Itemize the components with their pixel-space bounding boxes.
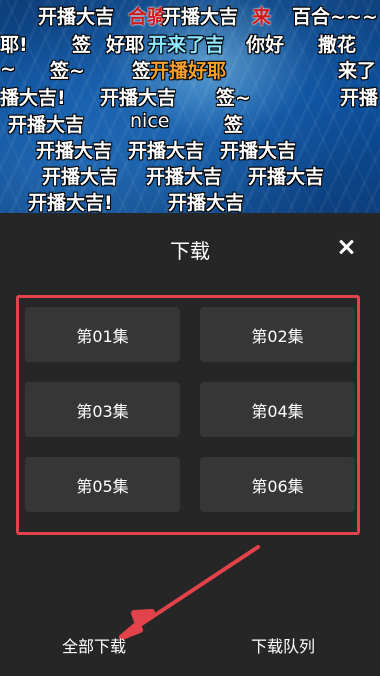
danmaku-comment: 开播大吉 [38,6,115,28]
danmaku-comment: 撒花 [318,34,357,56]
danmaku-comment: 开播大吉 [162,6,239,28]
danmaku-comment: 耶! [0,34,28,56]
danmaku-comment: 合骑 [128,6,167,28]
episode-button[interactable]: 第04集 [200,382,355,437]
panel-title: 下载 [170,239,210,263]
danmaku-comment: 开播 [340,87,379,109]
danmaku-comment: 开播大吉 [42,166,119,188]
danmaku-comment: 签 [224,114,244,136]
danmaku-comment: 开播大吉 [100,87,177,109]
danmaku-comment: 签~ [50,60,85,82]
danmaku-comment: 来 [252,6,272,28]
danmaku-comment: 播大吉! [0,87,66,109]
danmaku-comment: 签~ [216,87,251,109]
danmaku-comment: 开播大吉 [168,192,245,213]
download-panel: 下载 第01集 第02集 第03集 第04集 第05集 第06集 全部下载 下载… [0,213,380,676]
danmaku-comment: 开播大吉 [36,140,113,162]
danmaku-comment: 开播大吉 [8,114,85,136]
download-queue-button[interactable]: 下载队列 [251,633,315,657]
danmaku-comment: nice [130,110,170,132]
danmaku-comment: 开播好耶 [150,60,227,82]
danmaku-comment: 开播大吉 [146,166,223,188]
danmaku-comment: 你好 [246,34,285,56]
danmaku-comment: 来了 [338,60,377,82]
episode-button[interactable]: 第01集 [25,307,180,362]
danmaku-comment: 开播大吉! [28,192,113,213]
danmaku-comment: 开播大吉 [128,140,205,162]
danmaku-comment: 开来了吉 [148,34,225,56]
episode-button[interactable]: 第06集 [200,457,355,512]
danmaku-comment: 百合~~~ [292,6,378,28]
video-player[interactable]: 开播大吉 合骑 开播大吉 来 百合~~~ 耶! 签 好耶 开来了吉 你好 撒花 … [0,0,380,213]
danmaku-comment: 好耶 [106,34,145,56]
download-all-button[interactable]: 全部下载 [62,633,126,657]
pointer-arrow-icon [119,545,260,640]
danmaku-comment: 签 [72,34,92,56]
episode-grid: 第01集 第02集 第03集 第04集 第05集 第06集 [16,295,360,535]
episode-button[interactable]: 第03集 [25,382,180,437]
danmaku-comment: 签 [132,60,152,82]
danmaku-comment: 开播大吉 [248,166,325,188]
close-icon[interactable] [334,235,358,259]
episode-button[interactable]: 第02集 [200,307,355,362]
danmaku-comment: 开播大吉 [220,140,297,162]
episode-button[interactable]: 第05集 [25,457,180,512]
danmaku-comment: ~ [0,58,16,80]
